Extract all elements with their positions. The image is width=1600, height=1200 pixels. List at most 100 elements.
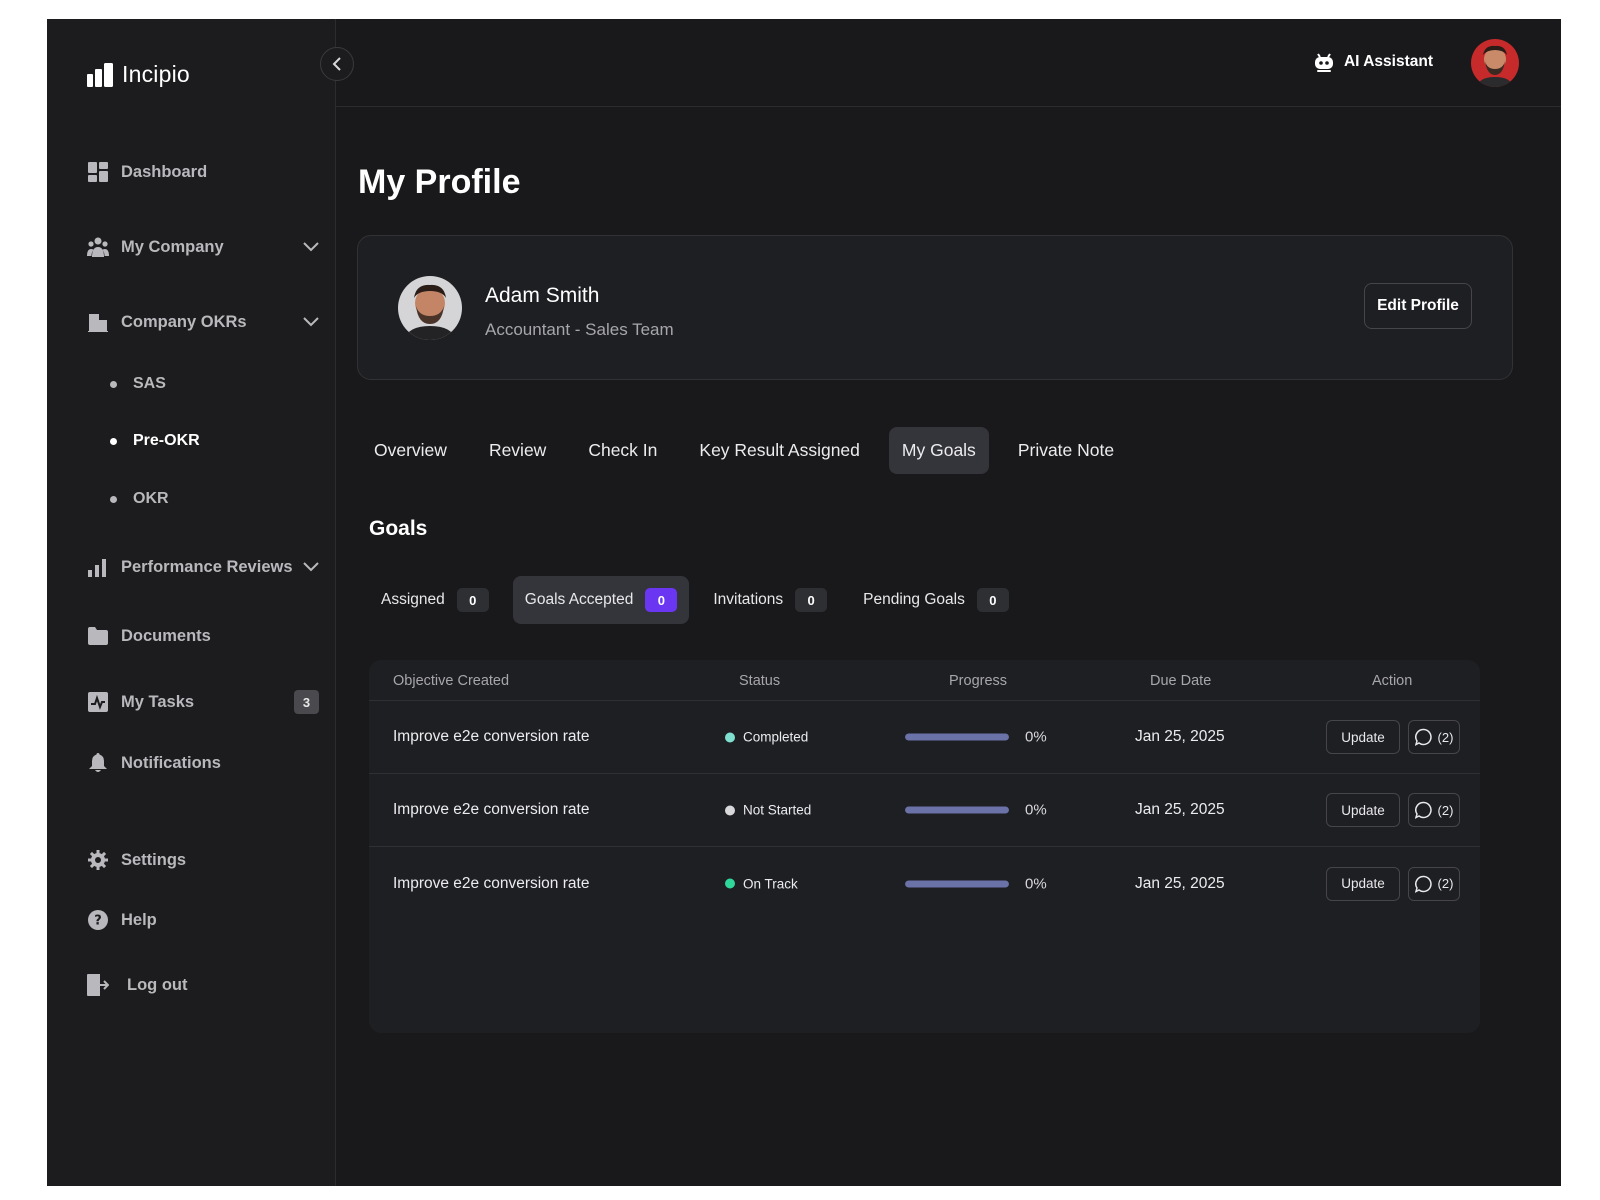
status-dot-icon	[725, 732, 735, 742]
comments-button[interactable]: (2)	[1408, 793, 1460, 827]
subtab-count-badge: 0	[456, 588, 489, 612]
logo-icon	[87, 62, 113, 87]
goals-section-title: Goals	[369, 517, 428, 540]
app-logo[interactable]: Incipio	[87, 61, 190, 88]
bar-chart-icon	[87, 556, 109, 578]
logout-icon	[87, 974, 109, 996]
sidebar-subitem-label: OKR	[133, 490, 169, 507]
status-label: Not Started	[743, 802, 812, 818]
help-icon: ?	[87, 909, 109, 931]
sidebar-subitem-pre-okr[interactable]: Pre-OKR	[110, 432, 200, 450]
progress-bar	[905, 880, 1009, 887]
goals-subtabs: Assigned 0 Goals Accepted 0 Invitations …	[369, 576, 1033, 624]
chevron-down-icon[interactable]	[303, 242, 319, 252]
status-badge: Not Started	[725, 803, 811, 818]
collapse-sidebar-button[interactable]	[320, 47, 354, 81]
bell-icon	[87, 752, 109, 774]
page-title: My Profile	[358, 163, 521, 201]
sidebar-item-my-tasks[interactable]: My Tasks 3	[87, 690, 319, 714]
building-icon	[87, 311, 109, 333]
status-dot-icon	[725, 878, 735, 889]
status-badge: Completed	[725, 730, 808, 745]
tab-check-in[interactable]: Check In	[575, 427, 670, 474]
folder-icon	[87, 625, 109, 647]
subtab-count-badge: 0	[645, 588, 678, 612]
bullet-icon	[110, 495, 117, 503]
chevron-down-icon[interactable]	[303, 562, 319, 572]
profile-avatar	[398, 276, 462, 340]
sidebar-item-label: Dashboard	[121, 162, 208, 181]
sidebar-item-label: Settings	[121, 850, 187, 869]
app-window: Incipio Dashboard My Company Company OKR…	[47, 19, 1561, 1186]
progress-bar-fill	[905, 806, 1009, 814]
dashboard-icon	[87, 161, 109, 183]
tab-review[interactable]: Review	[476, 427, 559, 474]
chevron-down-icon[interactable]	[303, 317, 319, 327]
app-name: Incipio	[122, 61, 190, 87]
sidebar-item-settings[interactable]: Settings	[87, 849, 319, 871]
ai-assistant-button[interactable]: AI Assistant	[1314, 52, 1433, 72]
sidebar-item-logout[interactable]: Log out	[87, 974, 319, 996]
update-button[interactable]: Update	[1326, 720, 1400, 754]
subtab-assigned[interactable]: Assigned 0	[369, 576, 501, 624]
edit-profile-button[interactable]: Edit Profile	[1364, 283, 1472, 329]
people-icon	[87, 236, 109, 258]
due-date-cell: Jan 25, 2025	[1135, 874, 1225, 892]
column-header-action: Action	[1372, 673, 1413, 689]
subtab-label: Goals Accepted	[524, 591, 634, 608]
subtab-label: Invitations	[713, 591, 784, 608]
sidebar-item-label: Performance Reviews	[121, 557, 293, 576]
svg-text:?: ?	[94, 914, 102, 929]
comments-button[interactable]: (2)	[1408, 866, 1460, 901]
comment-count: (2)	[1437, 876, 1454, 891]
comments-button[interactable]: (2)	[1408, 720, 1460, 754]
progress-cell: 0%	[905, 875, 1047, 892]
comment-count: (2)	[1437, 802, 1454, 818]
subtab-invitations[interactable]: Invitations 0	[701, 576, 839, 624]
due-date-cell: Jan 25, 2025	[1135, 728, 1225, 745]
column-header-progress: Progress	[949, 673, 1008, 689]
sidebar-item-notifications[interactable]: Notifications	[87, 752, 319, 774]
goals-table: Objective Created Status Progress Due Da…	[369, 660, 1480, 1033]
sidebar-item-label: My Company	[121, 237, 224, 256]
subtab-label: Pending Goals	[863, 591, 965, 608]
progress-bar-fill	[905, 733, 1009, 741]
subtab-goals-accepted[interactable]: Goals Accepted 0	[512, 576, 690, 624]
sidebar: Incipio Dashboard My Company Company OKR…	[47, 19, 336, 1186]
gear-icon	[87, 849, 109, 871]
objective-cell: Improve e2e conversion rate	[393, 801, 590, 818]
sidebar-item-company-okrs[interactable]: Company OKRs	[87, 311, 319, 333]
progress-cell: 0%	[905, 729, 1047, 746]
sidebar-item-help[interactable]: ? Help	[87, 909, 319, 931]
column-header-objective: Objective Created	[393, 673, 510, 689]
profile-card: Adam Smith Accountant - Sales Team Edit …	[357, 235, 1513, 380]
tab-key-result-assigned[interactable]: Key Result Assigned	[686, 427, 873, 474]
tab-my-goals[interactable]: My Goals	[888, 427, 989, 474]
sidebar-item-dashboard[interactable]: Dashboard	[87, 161, 319, 183]
objective-cell: Improve e2e conversion rate	[393, 874, 590, 892]
sidebar-item-my-company[interactable]: My Company	[87, 236, 319, 258]
chevron-left-icon	[332, 57, 341, 71]
table-row: Improve e2e conversion rate On Track 0% …	[369, 847, 1480, 920]
comment-icon	[1414, 728, 1432, 746]
tab-private-note[interactable]: Private Note	[1005, 427, 1127, 474]
profile-tabs: Overview Review Check In Key Result Assi…	[361, 427, 1143, 474]
update-button[interactable]: Update	[1326, 866, 1400, 901]
sidebar-subitem-label: SAS	[133, 375, 166, 392]
objective-cell: Improve e2e conversion rate	[393, 728, 590, 745]
subtab-pending-goals[interactable]: Pending Goals 0	[851, 576, 1021, 624]
sidebar-subitem-sas[interactable]: SAS	[110, 375, 166, 393]
sidebar-subitem-okr[interactable]: OKR	[110, 490, 169, 508]
sidebar-item-documents[interactable]: Documents	[87, 625, 319, 647]
sidebar-item-label: Documents	[121, 626, 211, 645]
tab-overview[interactable]: Overview	[361, 427, 460, 474]
progress-percent: 0%	[1025, 801, 1047, 819]
comment-icon	[1414, 801, 1432, 819]
update-button[interactable]: Update	[1326, 793, 1400, 827]
status-label: Completed	[743, 729, 809, 745]
user-avatar[interactable]	[1471, 39, 1519, 87]
comment-icon	[1414, 875, 1432, 893]
bullet-icon	[110, 437, 117, 445]
subtab-count-badge: 0	[976, 588, 1009, 612]
sidebar-item-performance-reviews[interactable]: Performance Reviews	[87, 556, 319, 578]
